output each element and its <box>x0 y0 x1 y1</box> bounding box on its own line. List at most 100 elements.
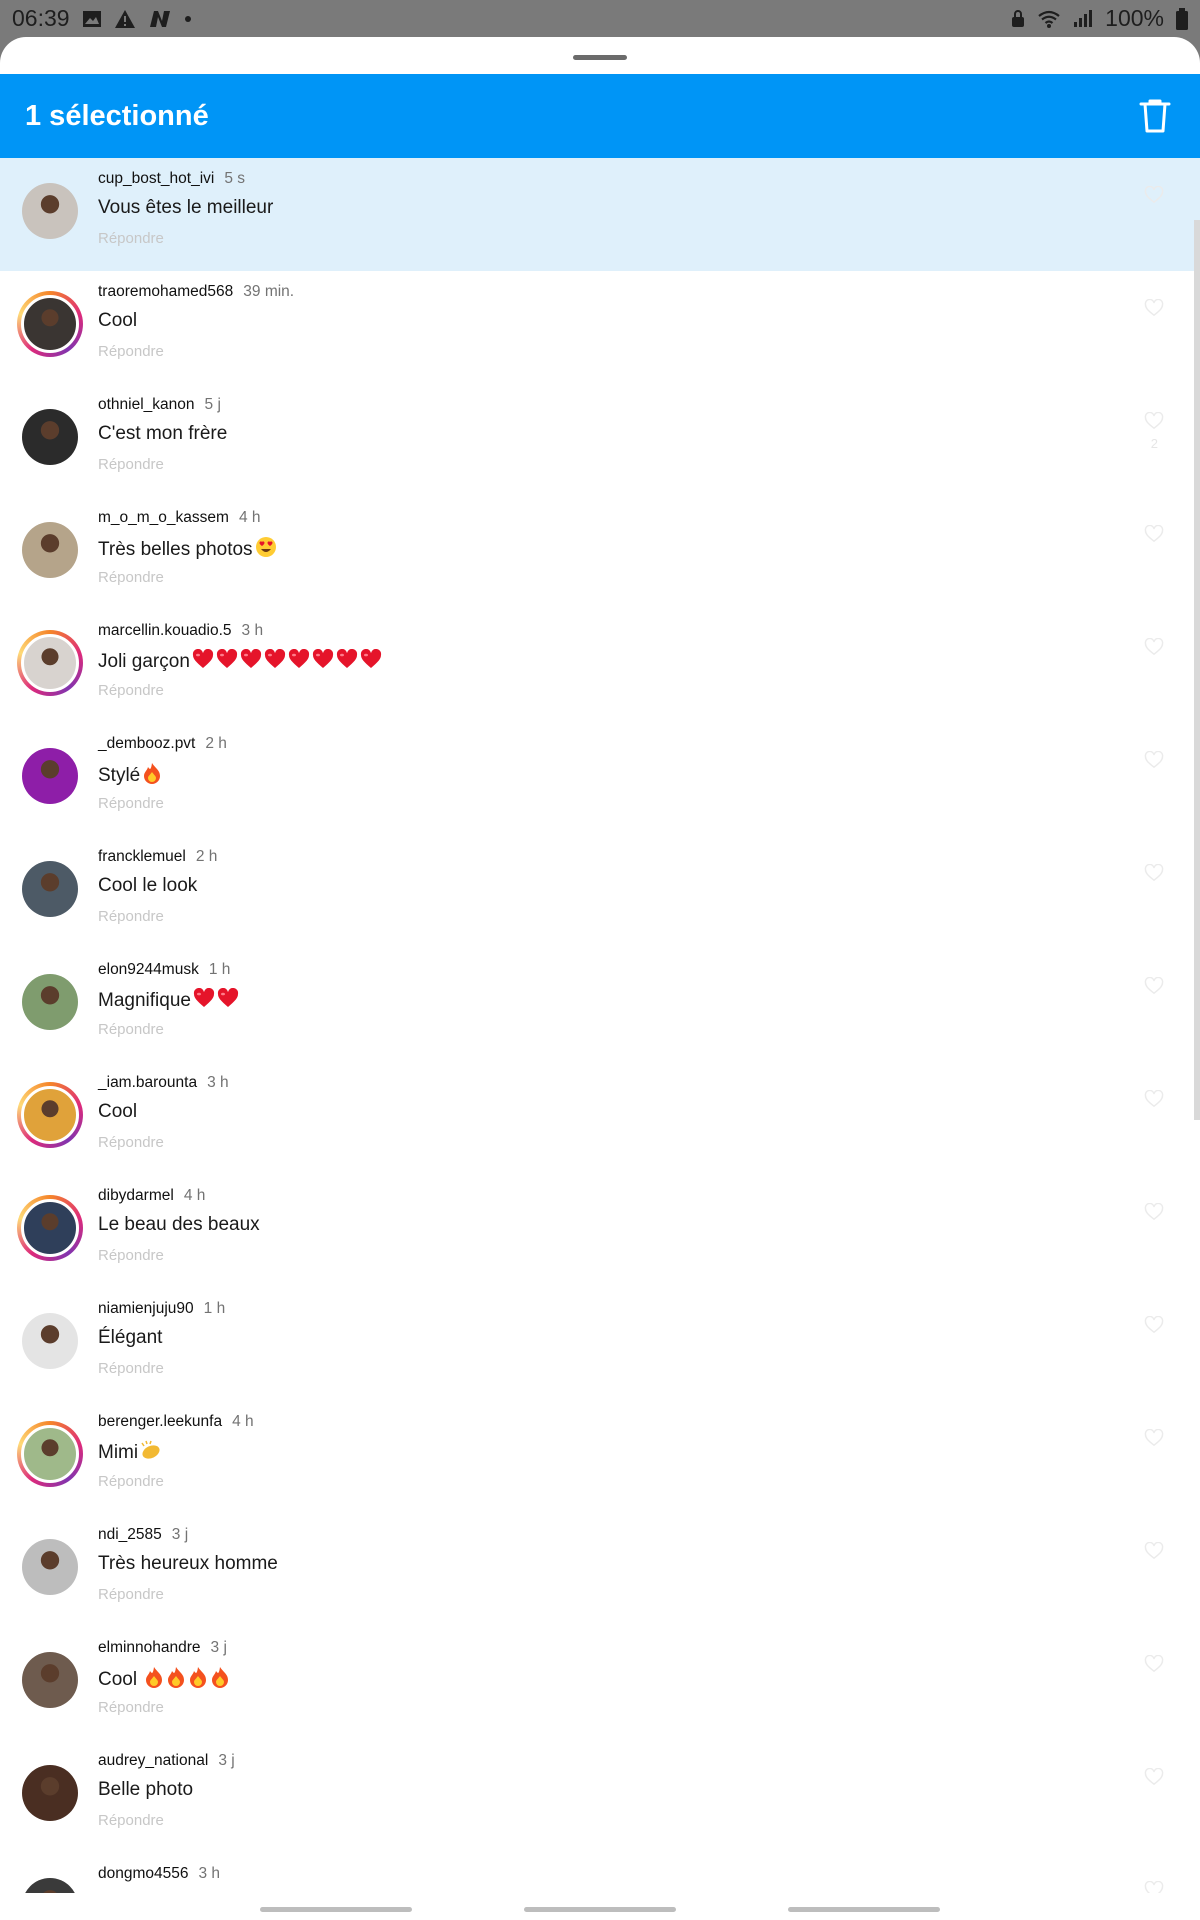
avatar[interactable] <box>17 291 83 357</box>
comment-username[interactable]: traoremohamed568 <box>98 283 233 301</box>
reply-button[interactable]: Répondre <box>98 1699 164 1716</box>
reply-button[interactable]: Répondre <box>98 1021 164 1038</box>
like-heart-icon[interactable] <box>1144 1315 1164 1334</box>
comment-list: cup_bost_hot_ivi 5 s Vous êtes le meilleur… <box>0 158 1200 1893</box>
reply-button[interactable]: Répondre <box>98 908 164 925</box>
clap-emoji <box>140 1440 162 1466</box>
reply-button[interactable]: Répondre <box>98 1473 164 1490</box>
comment-row[interactable]: traoremohamed568 39 min. Cool Répondre <box>0 271 1200 384</box>
like-heart-icon[interactable] <box>1144 411 1164 430</box>
nav-pill-home[interactable] <box>524 1907 676 1912</box>
reply-button[interactable]: Répondre <box>98 230 164 247</box>
reply-button[interactable]: Répondre <box>98 682 164 699</box>
comment-row[interactable]: dongmo45563 hRépondre <box>0 1853 1200 1893</box>
comment-username[interactable]: berenger.leekunfa <box>98 1413 222 1431</box>
avatar[interactable] <box>17 1873 83 1893</box>
reply-button[interactable]: Répondre <box>98 1586 164 1603</box>
reply-button[interactable]: Répondre <box>98 569 164 586</box>
like-heart-icon[interactable] <box>1144 1767 1164 1786</box>
comment-username[interactable]: dibydarmel <box>98 1187 174 1205</box>
comment-username[interactable]: marcellin.kouadio.5 <box>98 622 232 640</box>
comment-body: Le beau des beaux <box>98 1214 260 1236</box>
comment-text: Élégant <box>98 1327 163 1348</box>
drag-handle[interactable] <box>573 55 627 60</box>
avatar[interactable] <box>17 856 83 922</box>
comment-username[interactable]: m_o_m_o_kassem <box>98 509 229 527</box>
comment-row[interactable]: m_o_m_o_kassem 4 h Très belles photos Répon… <box>0 497 1200 610</box>
comment-row[interactable]: niamienjuju90 1 h Élégant Répondre <box>0 1288 1200 1401</box>
avatar[interactable] <box>17 517 83 583</box>
reply-button[interactable]: Répondre <box>98 795 164 812</box>
comment-username[interactable]: francklemuel <box>98 848 186 866</box>
comment-username[interactable]: cup_bost_hot_ivi <box>98 170 214 188</box>
nav-pill-right[interactable] <box>788 1907 940 1912</box>
like-heart-icon[interactable] <box>1144 524 1164 543</box>
avatar[interactable] <box>17 1421 83 1487</box>
comment-username[interactable]: _dembooz.pvt <box>98 735 195 753</box>
reply-button[interactable]: Répondre <box>98 1360 164 1377</box>
like-heart-icon[interactable] <box>1144 185 1164 204</box>
avatar[interactable] <box>17 630 83 696</box>
like-heart-icon[interactable] <box>1144 1089 1164 1108</box>
avatar-image <box>22 183 78 239</box>
comment-username[interactable]: dongmo4556 <box>98 1865 189 1883</box>
avatar[interactable] <box>17 404 83 470</box>
comment-row[interactable]: audrey_national 3 j Belle photo Répondre <box>0 1740 1200 1853</box>
comment-username[interactable]: elon9244musk <box>98 961 199 979</box>
scrollbar[interactable] <box>1194 220 1200 1120</box>
comment-row[interactable]: elon9244musk 1 h Magnifique Répondre <box>0 949 1200 1062</box>
reply-button[interactable]: Répondre <box>98 456 164 473</box>
reply-button[interactable]: Répondre <box>98 1134 164 1151</box>
avatar[interactable] <box>17 1534 83 1600</box>
like-heart-icon[interactable] <box>1144 637 1164 656</box>
comment-row[interactable]: berenger.leekunfa 4 h Mimi Répondre <box>0 1401 1200 1514</box>
trash-icon[interactable] <box>1138 98 1172 134</box>
like-heart-icon[interactable] <box>1144 1880 1164 1893</box>
like-heart-icon[interactable] <box>1144 1202 1164 1221</box>
avatar-image <box>22 861 78 917</box>
comment-text: Belle photo <box>98 1779 194 1800</box>
like-heart-icon[interactable] <box>1144 1541 1164 1560</box>
like-heart-icon[interactable] <box>1144 1654 1164 1673</box>
like-heart-icon[interactable] <box>1144 976 1164 995</box>
comment-text: Magnifique <box>98 990 191 1011</box>
avatar[interactable] <box>17 178 83 244</box>
like-heart-icon[interactable] <box>1144 298 1164 317</box>
avatar[interactable] <box>17 1647 83 1713</box>
comment-row[interactable]: dibydarmel 4 h Le beau des beaux Répondre <box>0 1175 1200 1288</box>
comment-body: Élégant <box>98 1327 162 1349</box>
comment-text: Vous êtes le meilleur <box>98 197 274 218</box>
comment-username[interactable]: elminnohandre <box>98 1639 201 1657</box>
status-bar: 06:39 100% <box>0 0 1200 37</box>
reply-button[interactable]: Répondre <box>98 1812 164 1829</box>
comment-text: Cool <box>98 1101 138 1122</box>
avatar[interactable] <box>17 1195 83 1261</box>
like-heart-icon[interactable] <box>1144 1428 1164 1447</box>
comment-row[interactable]: _dembooz.pvt 2 h Stylé Répondre <box>0 723 1200 836</box>
reply-button[interactable]: Répondre <box>98 1247 164 1264</box>
comment-username[interactable]: audrey_national <box>98 1752 208 1770</box>
comment-username[interactable]: _iam.barounta <box>98 1074 197 1092</box>
comment-username[interactable]: niamienjuju90 <box>98 1300 194 1318</box>
nav-pill-left[interactable] <box>260 1907 412 1912</box>
comment-row[interactable]: ndi_2585 3 j Très heureux homme Répondre <box>0 1514 1200 1627</box>
avatar[interactable] <box>17 743 83 809</box>
avatar[interactable] <box>17 1760 83 1826</box>
comment-row[interactable]: marcellin.kouadio.5 3 h Joli garçon Répondr… <box>0 610 1200 723</box>
heart-emoji <box>217 987 239 1014</box>
comment-row[interactable]: francklemuel 2 h Cool le look Répondre <box>0 836 1200 949</box>
avatar[interactable] <box>17 1082 83 1148</box>
avatar[interactable] <box>17 1308 83 1374</box>
like-heart-icon[interactable] <box>1144 863 1164 882</box>
comment-username[interactable]: othniel_kanon <box>98 396 195 414</box>
comment-username[interactable]: ndi_2585 <box>98 1526 162 1544</box>
comment-row[interactable]: elminnohandre 3 j Cool Répondre <box>0 1627 1200 1740</box>
comment-row[interactable]: _iam.barounta 3 h Cool Répondre <box>0 1062 1200 1175</box>
avatar-image <box>22 1313 78 1369</box>
comment-row[interactable]: cup_bost_hot_ivi 5 s Vous êtes le meilleur… <box>0 158 1200 271</box>
avatar[interactable] <box>17 969 83 1035</box>
comment-row[interactable]: othniel_kanon 5 j C'est mon frère Répondre 2 <box>0 384 1200 497</box>
reply-button[interactable]: Répondre <box>98 343 164 360</box>
like-heart-icon[interactable] <box>1144 750 1164 769</box>
avatar-image <box>22 1878 78 1893</box>
